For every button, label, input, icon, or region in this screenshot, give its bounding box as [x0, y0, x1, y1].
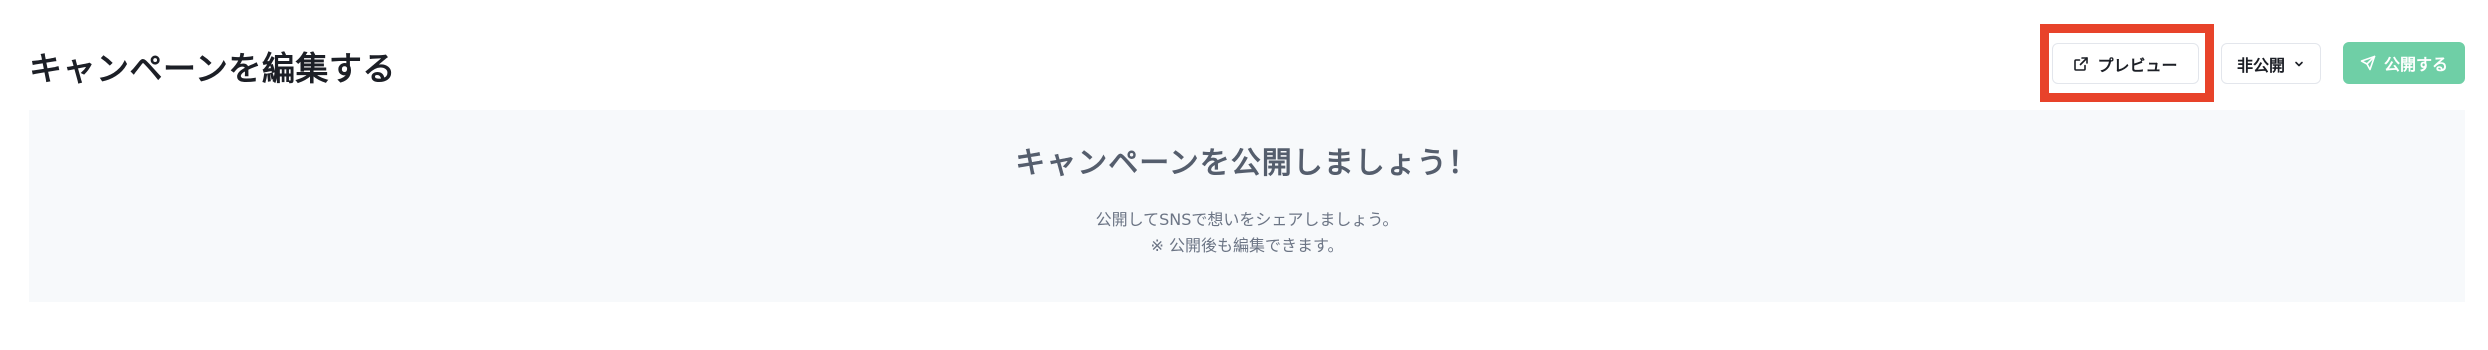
panel-description: 公開してSNSで想いをシェアしましょう。	[1095, 210, 1399, 229]
visibility-label: 非公開	[2236, 55, 2285, 75]
chevron-down-icon	[2293, 58, 2305, 70]
publish-prompt-panel: キャンペーンを公開しましょう！ 公開してSNSで想いをシェアしましょう。 ※ 公…	[29, 110, 2465, 302]
publish-button[interactable]: 公開する	[2343, 42, 2465, 84]
visibility-dropdown[interactable]: 非公開	[2221, 43, 2321, 84]
send-icon	[2360, 55, 2376, 71]
panel-heading: キャンペーンを公開しましょう！	[1015, 146, 1479, 181]
preview-button[interactable]: プレビュー	[2052, 43, 2199, 84]
preview-button-label: プレビュー	[2097, 55, 2178, 75]
panel-note: ※ 公開後も編集できます。	[1150, 236, 1344, 255]
publish-button-label: 公開する	[2383, 55, 2448, 74]
external-link-icon	[2073, 56, 2089, 72]
page-title: キャンペーンを編集する	[29, 49, 396, 88]
